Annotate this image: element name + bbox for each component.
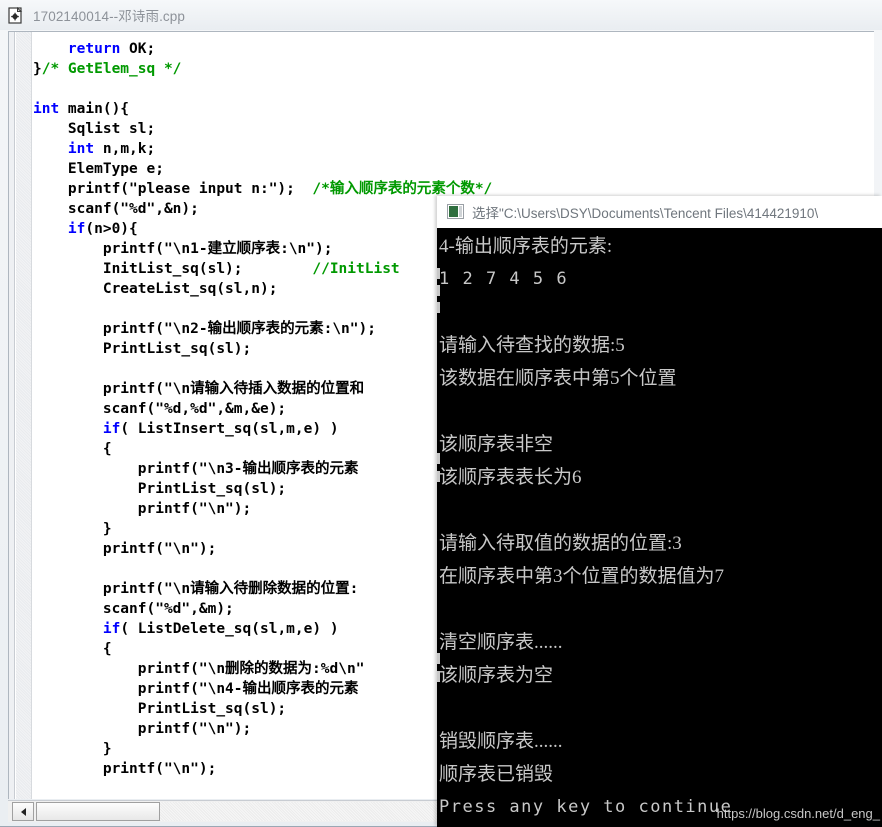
console-cursor-tick	[437, 302, 440, 313]
console-cursor-tick	[437, 653, 440, 664]
code-line: int main(){	[33, 101, 130, 117]
console-titlebar[interactable]: 选择"C:\Users\DSY\Documents\Tencent Files\…	[437, 196, 882, 228]
console-line: 请输入待查找的数据:5	[439, 335, 625, 356]
watermark-text: https://blog.csdn.net/d_eng_	[716, 806, 880, 821]
console-cursor-tick	[437, 471, 440, 482]
editor-gutter[interactable]	[16, 32, 32, 799]
console-cursor-tick	[437, 268, 440, 279]
editor-title-text: 1702140014--邓诗雨.cpp	[33, 9, 185, 24]
console-line: 该数据在顺序表中第5个位置	[439, 368, 677, 389]
code-line: int n,m,k;	[67, 141, 156, 157]
console-cursor-tick	[437, 453, 440, 464]
console-cursor-column	[437, 228, 440, 827]
scroll-left-button[interactable]	[12, 802, 34, 821]
console-line: 销毁顺序表......	[439, 731, 563, 752]
console-line: 请输入待取值的数据的位置:3	[439, 533, 682, 554]
console-icon-panel	[449, 206, 458, 217]
console-window[interactable]: 选择"C:\Users\DSY\Documents\Tencent Files\…	[437, 196, 882, 827]
screen-root: 1702140014--邓诗雨.cpp return OK; }/* GetEle…	[0, 0, 882, 827]
code-line: Sqlist sl;	[33, 121, 156, 137]
console-line: 顺序表已销毁	[439, 764, 554, 785]
chevron-left-icon	[20, 807, 26, 816]
code-line: }/* GetElem_sq */	[33, 61, 182, 77]
editor-titlebar[interactable]: 1702140014--邓诗雨.cpp	[0, 0, 882, 30]
console-title-text: 选择"C:\Users\DSY\Documents\Tencent Files\…	[472, 205, 819, 221]
console-line: 在顺序表中第3个位置的数据值为7	[439, 566, 725, 587]
code-line: ElemType e;	[33, 161, 164, 177]
console-line: 该顺序表为空	[439, 665, 554, 686]
console-line: 清空顺序表......	[439, 632, 563, 653]
console-line: 该顺序表表长为6	[439, 467, 582, 488]
code-line: return OK;	[67, 41, 156, 57]
console-lines: 4-输出顺序表的元素: 1 2 7 4 5 6 请输入待查找的数据:5 该数据在顺序…	[439, 230, 882, 824]
console-line: 4-输出顺序表的元素:	[439, 236, 613, 257]
console-output-area[interactable]: 4-输出顺序表的元素: 1 2 7 4 5 6 请输入待查找的数据:5 该数据在顺序…	[437, 228, 882, 827]
console-cursor-tick	[437, 285, 440, 296]
console-window-icon	[447, 204, 464, 219]
scrollbar-thumb[interactable]	[36, 802, 160, 821]
console-line: 该顺序表非空	[439, 434, 554, 455]
console-cursor-tick	[437, 671, 440, 682]
console-icon-bar	[459, 206, 462, 217]
console-line: 1 2 7 4 5 6	[439, 269, 569, 289]
editor-left-frame	[9, 32, 15, 799]
cpp-file-icon	[8, 6, 24, 24]
